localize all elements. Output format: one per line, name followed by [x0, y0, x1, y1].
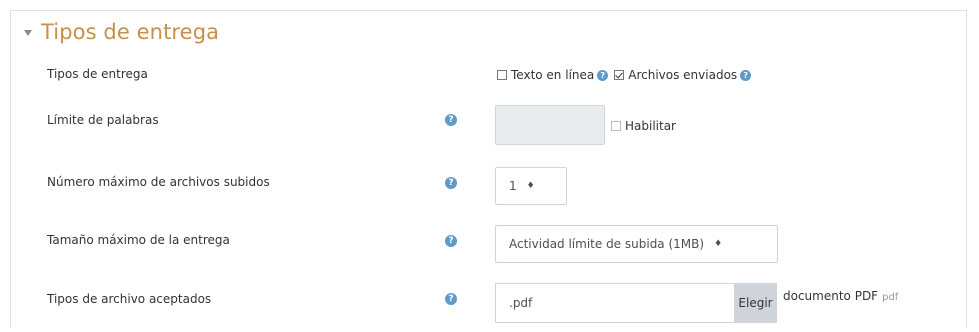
word-limit-label: Límite de palabras: [47, 113, 159, 127]
accepted-types-value: .pdf: [509, 296, 533, 310]
help-icon[interactable]: [740, 69, 752, 81]
enable-word-limit: Habilitar: [611, 119, 676, 133]
accepted-types-label: Tipos de archivo aceptados: [47, 292, 212, 306]
accepted-types-help-icon[interactable]: [445, 293, 457, 305]
max-files-value: 1: [509, 179, 517, 193]
submission-types-options: Texto en línea Archivos enviados: [497, 68, 757, 82]
online-text-checkbox[interactable]: [497, 70, 507, 80]
submission-types-panel: [10, 10, 967, 328]
max-files-select[interactable]: 1 ♦: [495, 167, 567, 205]
max-size-label: Tamaño máximo de la entrega: [47, 233, 230, 247]
file-type-name: documento PDF: [783, 289, 879, 303]
enable-word-limit-checkbox[interactable]: [611, 121, 621, 131]
online-text-label: Texto en línea: [511, 68, 595, 82]
submission-types-label: Tipos de entrega: [47, 67, 148, 81]
accepted-types-input[interactable]: .pdf: [495, 283, 734, 323]
select-arrow-icon: ♦: [526, 181, 535, 191]
max-files-help-icon[interactable]: [445, 177, 457, 189]
file-type-description: documento PDF pdf: [783, 289, 898, 303]
help-icon[interactable]: [597, 69, 609, 81]
word-limit-input[interactable]: [495, 105, 605, 145]
choose-button[interactable]: Elegir: [734, 283, 777, 323]
word-limit-help-icon[interactable]: [445, 114, 457, 126]
file-submissions-checkbox[interactable]: [614, 70, 625, 80]
max-files-label: Número máximo de archivos subidos: [47, 175, 270, 189]
max-size-value: Actividad límite de subida (1MB): [509, 237, 705, 251]
file-submissions-label: Archivos enviados: [628, 68, 738, 82]
max-size-help-icon[interactable]: [445, 235, 457, 247]
enable-word-limit-label: Habilitar: [625, 119, 676, 133]
section-header[interactable]: Tipos de entrega: [24, 20, 219, 44]
max-size-select[interactable]: Actividad límite de subida (1MB) ♦: [495, 225, 778, 263]
file-type-extension: pdf: [882, 292, 899, 303]
section-title: Tipos de entrega: [41, 20, 220, 44]
collapse-caret-icon[interactable]: [24, 29, 32, 36]
select-arrow-icon: ♦: [714, 239, 723, 249]
